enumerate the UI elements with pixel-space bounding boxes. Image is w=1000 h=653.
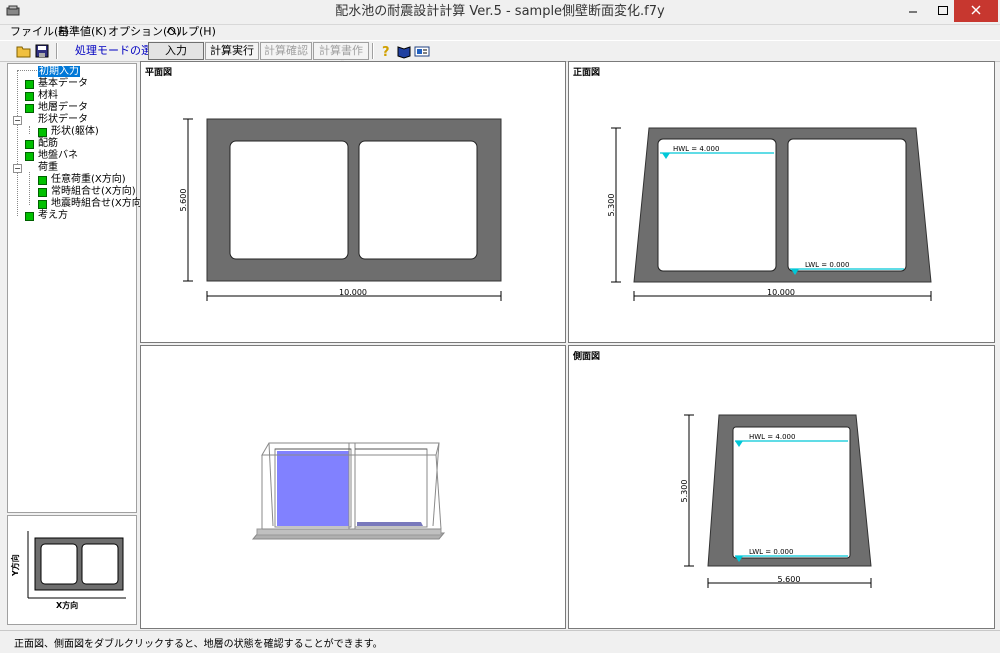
title-bar: 配水池の耐震設計計算 Ver.5 - sample側壁断面変化.f7y	[0, 0, 1000, 25]
dimension-width: 10.000	[339, 288, 367, 297]
status-node-icon	[38, 175, 47, 185]
input-tree: 初期入力 基本データ 材料 地層データ − 形状データ 形状(躯体) 配筋 地盤…	[7, 63, 146, 513]
tree-item-seismic-combo[interactable]: 地震時組合せ(X方向)	[38, 198, 146, 210]
input-button[interactable]: 入力	[148, 42, 204, 60]
toolbar-separator	[372, 43, 374, 59]
tree-item-material[interactable]: 材料	[25, 90, 58, 102]
front-view-panel[interactable]: 正面図 HWL = 4.000 LWL = 0.000 10.000 5.300	[568, 61, 995, 343]
status-node-icon	[38, 127, 47, 137]
tree-item-strata-data[interactable]: 地層データ	[25, 102, 88, 114]
status-node-icon	[38, 187, 47, 197]
lwl-label: LWL = 0.000	[749, 548, 793, 556]
tree-item-rebar[interactable]: 配筋	[25, 138, 58, 150]
calc-check-button[interactable]: 計算確認	[260, 42, 312, 60]
tree-item-approach[interactable]: 考え方	[25, 210, 68, 222]
3d-view-panel[interactable]	[140, 345, 566, 629]
toolbar: 処理モードの選択 入力 計算実行 計算確認 計算書作成 ?	[0, 40, 1000, 73]
tree-item-basic-data[interactable]: 基本データ	[25, 78, 88, 90]
status-node-icon	[38, 199, 47, 209]
tree-item-arbitrary-load[interactable]: 任意荷重(X方向)	[38, 174, 126, 186]
menu-help[interactable]: ヘルプ(H)	[166, 24, 216, 40]
y-axis-label: Y方向	[10, 554, 20, 577]
status-node-icon	[25, 211, 34, 221]
hwl-label: HWL = 4.000	[749, 433, 795, 441]
report-button[interactable]: 計算書作成	[313, 42, 369, 73]
side-drawing: HWL = 4.000 LWL = 0.000 5.600 5.300	[680, 414, 872, 588]
status-node-icon	[25, 91, 34, 101]
dimension-width: 5.600	[778, 575, 801, 584]
toolbar-separator	[56, 43, 58, 59]
dimension-height: 5.300	[607, 194, 616, 217]
minimize-button[interactable]	[898, 0, 928, 22]
minimap-diagram: X方向 Y方向	[10, 531, 126, 610]
status-node-icon	[25, 151, 34, 161]
orientation-minimap: X方向 Y方向	[7, 515, 137, 625]
close-button[interactable]	[954, 0, 998, 22]
side-view-panel[interactable]: 側面図 HWL = 4.000 LWL = 0.000 5.600 5.300	[568, 345, 995, 629]
info-card-icon[interactable]	[414, 43, 430, 59]
dimension-height: 5.300	[680, 480, 689, 503]
tree-item-shape-data[interactable]: 形状データ	[38, 114, 88, 126]
menu-bar: ファイル(F) 基準値(K) オプション(O) ヘルプ(H)	[0, 24, 1000, 40]
dimension-height: 5.600	[179, 189, 188, 212]
status-message: 正面図、側面図をダブルクリックすると、地層の状態を確認することができます。	[14, 639, 383, 650]
tree-item-ground-spring[interactable]: 地盤バネ	[25, 150, 78, 162]
collapse-toggle-icon[interactable]: −	[13, 164, 22, 173]
tree-item-loads[interactable]: 荷重	[38, 162, 58, 174]
tree-item-shape-body[interactable]: 形状(躯体)	[38, 126, 99, 138]
help-question-icon[interactable]: ?	[378, 43, 394, 59]
hwl-label: HWL = 4.000	[673, 145, 719, 153]
lwl-label: LWL = 0.000	[805, 261, 849, 269]
status-bar: 正面図、側面図をダブルクリックすると、地層の状態を確認することができます。	[0, 630, 1000, 653]
plan-view-panel[interactable]: 平面図 10.000 5.600	[140, 61, 566, 343]
open-folder-icon[interactable]	[16, 43, 32, 59]
save-icon[interactable]	[34, 43, 50, 59]
front-drawing: HWL = 4.000 LWL = 0.000 10.000 5.300	[607, 127, 932, 301]
svg-text:?: ?	[382, 45, 390, 59]
status-node-icon	[25, 79, 34, 89]
dimension-width: 10.000	[767, 288, 795, 297]
run-calc-button[interactable]: 計算実行	[205, 42, 259, 60]
manual-book-icon[interactable]	[396, 43, 412, 59]
window-title: 配水池の耐震設計計算 Ver.5 - sample側壁断面変化.f7y	[335, 4, 665, 19]
x-axis-label: X方向	[56, 600, 78, 610]
menu-standard[interactable]: 基準値(K)	[58, 24, 107, 40]
status-node-icon	[25, 103, 34, 113]
collapse-toggle-icon[interactable]: −	[13, 116, 22, 125]
tree-item-initial-input[interactable]: 初期入力	[38, 66, 80, 78]
tree-item-normal-combo[interactable]: 常時組合せ(X方向)	[38, 186, 136, 198]
plan-drawing: 10.000 5.600	[179, 118, 502, 301]
3d-model-drawing	[251, 442, 446, 540]
status-node-icon	[25, 139, 34, 149]
